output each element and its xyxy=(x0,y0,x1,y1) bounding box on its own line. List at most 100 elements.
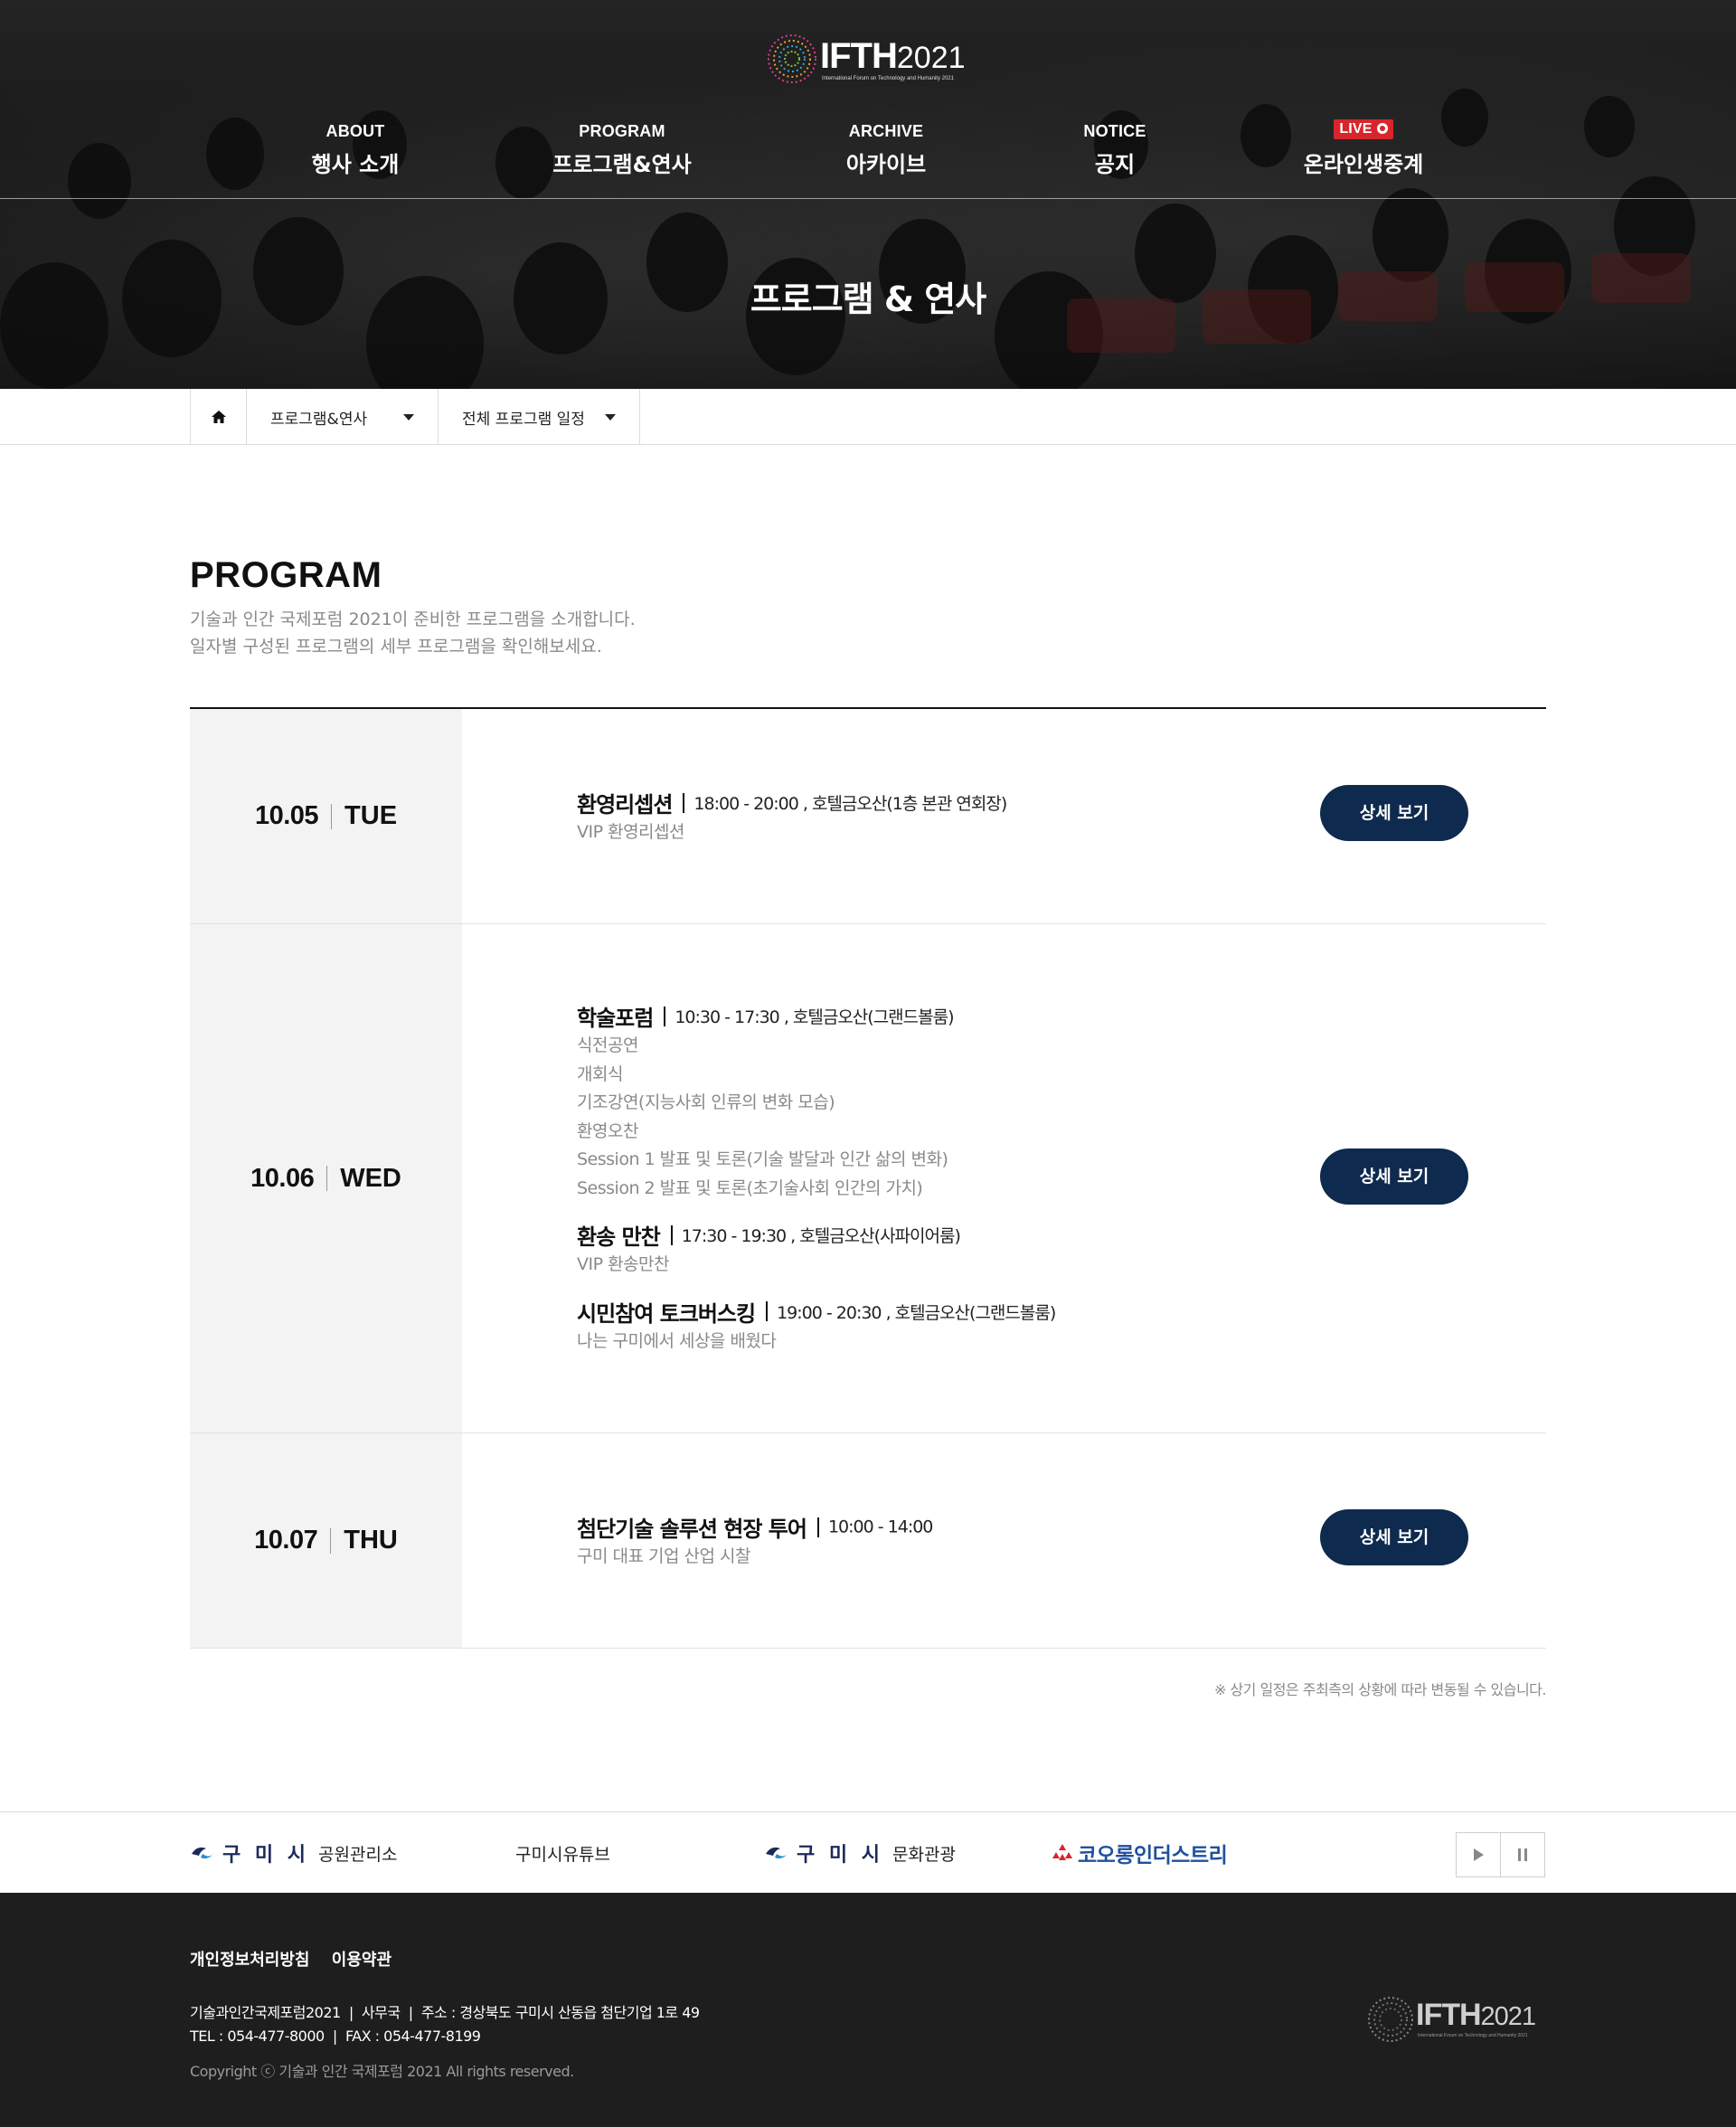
partner-label: 공원관리소 xyxy=(318,1844,398,1865)
breadcrumb-dropdown-page[interactable]: 전체 프로그램 일정 xyxy=(438,389,640,445)
schedule-row-day3: 10.07 THU 첨단기술 솔루션 현장 투어 10:00 - 14:00 구미… xyxy=(190,1433,1546,1649)
detail-button[interactable]: 상세 보기 xyxy=(1320,785,1468,841)
footer-copyright: Copyright ⓒ 기술과 인간 국제포럼 2021 All rights … xyxy=(190,2063,574,2080)
section-title: PROGRAM xyxy=(190,555,382,595)
title-divider xyxy=(683,792,685,813)
nav-item-ko-label: 공지 xyxy=(1094,152,1136,177)
partner-banner: 구 미 시 공원관리소 구미시유튜브 구 미 시 문화관광 코오롱인더스트리 xyxy=(0,1811,1736,1893)
schedule-row-day1: 10.05 TUE 환영리셉션 18:00 - 20:00 , 호텔금오산(1층 … xyxy=(190,709,1546,924)
date-divider xyxy=(326,1166,328,1191)
program-item: 학술포럼 10:30 - 17:30 , 호텔금오산(그랜드볼룸) 식전공연 개회… xyxy=(577,1000,1055,1203)
program-sub-item: VIP 환송만찬 xyxy=(577,1254,670,1274)
date-divider xyxy=(331,803,333,829)
partner-link-culture[interactable]: 구 미 시 문화관광 xyxy=(764,1812,956,1894)
program-item: 환영리셉션 18:00 - 20:00 , 호텔금오산(1층 본관 연회장) VI… xyxy=(577,787,1007,847)
play-icon xyxy=(1474,1848,1484,1861)
program-sub-item: 구미 대표 기업 산업 시찰 xyxy=(577,1546,750,1566)
program-list: 첨단기술 솔루션 현장 투어 10:00 - 14:00 구미 대표 기업 산업 … xyxy=(577,1511,933,1572)
program-time-venue: 10:00 - 14:00 xyxy=(827,1517,933,1537)
partner-logo-text: 구 미 시 xyxy=(797,1844,884,1867)
schedule-row-day2: 10.06 WED 학술포럼 10:30 - 17:30 , 호텔금오산(그랜드볼… xyxy=(190,924,1546,1433)
partner-link-kolon[interactable]: 코오롱인더스트리 xyxy=(1051,1812,1228,1894)
date-weekday: WED xyxy=(340,1163,401,1193)
footer-logo-wordmark: IFTH2021 xyxy=(1416,1998,1536,2032)
program-sub-item: 환영오찬 xyxy=(577,1120,638,1141)
title-divider xyxy=(664,1006,666,1026)
date-cell: 10.05 TUE xyxy=(190,709,462,923)
program-sub-item: VIP 환영리셉션 xyxy=(577,822,685,842)
program-sub-item: 식전공연 xyxy=(577,1035,638,1055)
privacy-policy-link[interactable]: 개인정보처리방침 xyxy=(190,1951,309,1970)
program-sub-item: 나는 구미에서 세상을 배웠다 xyxy=(577,1330,777,1351)
program-sub-item: Session 2 발표 및 토론(초기술사회 인간의 가치) xyxy=(577,1177,923,1198)
nav-item-en-label: ABOUT xyxy=(326,122,385,140)
footer-contact: TEL : 054-477-8000 | FAX : 054-477-8199 xyxy=(190,2028,481,2045)
site-logo[interactable]: IFTH2021 International Forum on Technolo… xyxy=(764,27,972,90)
live-badge-label: LIVE xyxy=(1339,121,1373,137)
footer-info: 기술과인간국제포럼2021 | 사무국 | 주소 : 경상북도 구미시 산동읍 … xyxy=(190,2001,700,2048)
date-number: 10.06 xyxy=(250,1163,315,1193)
nav-item-ko-label: 온라인생중계 xyxy=(1303,152,1424,177)
nav-item-live[interactable]: LIVE 온라인생중계 xyxy=(1264,118,1463,178)
program-time-venue: 19:00 - 20:30 , 호텔금오산(그랜드볼룸) xyxy=(777,1302,1056,1323)
schedule-change-notice: ※ 상기 일정은 주최측의 상황에 따라 변동될 수 있습니다. xyxy=(1213,1681,1547,1698)
kolon-logo-icon xyxy=(1052,1844,1072,1860)
partner-link-youtube[interactable]: 구미시유튜브 xyxy=(515,1812,610,1894)
program-title: 환영리셉션 xyxy=(577,792,673,818)
nav-item-en-label: PROGRAM xyxy=(579,122,665,140)
logo-swirl-icon xyxy=(768,34,816,83)
program-list: 학술포럼 10:30 - 17:30 , 호텔금오산(그랜드볼룸) 식전공연 개회… xyxy=(577,1000,1056,1356)
footer-address: 기술과인간국제포럼2021 | 사무국 | 주소 : 경상북도 구미시 산동읍 … xyxy=(190,2004,700,2021)
program-item-head: 환영리셉션 18:00 - 20:00 , 호텔금오산(1층 본관 연회장) xyxy=(577,787,1007,818)
date-weekday: THU xyxy=(344,1526,398,1555)
breadcrumb-home[interactable] xyxy=(190,389,246,445)
chevron-down-icon xyxy=(403,414,414,421)
slider-pause-button[interactable] xyxy=(1500,1832,1545,1877)
logo-swirl-icon xyxy=(1368,1997,1413,2042)
breadcrumb-label: 프로그램&연사 xyxy=(270,410,368,429)
date-number: 10.07 xyxy=(254,1526,318,1555)
main-navigation: ABOUT 행사 소개 PROGRAM 프로그램&연사 ARCHIVE 아카이브… xyxy=(0,118,1736,184)
program-time-venue: 10:30 - 17:30 , 호텔금오산(그랜드볼룸) xyxy=(675,1007,954,1027)
breadcrumb-dropdown-section[interactable]: 프로그램&연사 xyxy=(246,389,438,445)
hero-banner: IFTH2021 International Forum on Technolo… xyxy=(0,0,1736,389)
nav-item-ko-label: 아카이브 xyxy=(845,152,927,177)
program-title: 학술포럼 xyxy=(577,1006,654,1031)
program-item: 환송 만찬 17:30 - 19:30 , 호텔금오산(사파이어룸) VIP 환송… xyxy=(577,1219,1055,1280)
terms-link[interactable]: 이용약관 xyxy=(332,1951,392,1970)
breadcrumb: 프로그램&연사 전체 프로그램 일정 xyxy=(0,389,1736,445)
pause-icon xyxy=(1518,1848,1527,1861)
nav-item-archive[interactable]: ARCHIVE 아카이브 xyxy=(787,121,986,178)
detail-button[interactable]: 상세 보기 xyxy=(1320,1509,1468,1565)
detail-button[interactable]: 상세 보기 xyxy=(1320,1149,1468,1205)
program-item: 첨단기술 솔루션 현장 투어 10:00 - 14:00 구미 대표 기업 산업 … xyxy=(577,1511,933,1572)
live-badge: LIVE xyxy=(1334,119,1393,139)
program-sub-item: 개회식 xyxy=(577,1064,623,1084)
title-divider xyxy=(766,1301,769,1321)
date-number: 10.05 xyxy=(254,801,319,830)
gumi-logo-icon xyxy=(766,1847,789,1859)
partner-logo-text: 구 미 시 xyxy=(222,1844,310,1867)
program-sub-item: 기조강연(지능사회 인류의 변화 모습) xyxy=(577,1092,835,1112)
chevron-down-icon xyxy=(605,414,616,421)
breadcrumb-label: 전체 프로그램 일정 xyxy=(462,410,585,429)
footer-logo-subtitle: International Forum on Technology and Hu… xyxy=(1418,2033,1528,2038)
program-time-venue: 17:30 - 19:30 , 호텔금오산(사파이어룸) xyxy=(681,1226,961,1246)
partner-label: 구미시유튜브 xyxy=(515,1844,610,1865)
program-sub-item: Session 1 발표 및 토론(기술 발달과 인간 삶의 변화) xyxy=(577,1149,948,1169)
nav-item-program[interactable]: PROGRAM 프로그램&연사 xyxy=(523,121,722,178)
nav-item-en-label: ARCHIVE xyxy=(848,122,924,140)
nav-item-ko-label: 프로그램&연사 xyxy=(552,152,692,177)
program-title: 시민참여 토크버스킹 xyxy=(577,1300,756,1327)
title-divider xyxy=(816,1517,819,1537)
home-icon xyxy=(211,411,226,423)
partner-link-park[interactable]: 구 미 시 공원관리소 xyxy=(190,1812,397,1894)
nav-item-about[interactable]: ABOUT 행사 소개 xyxy=(256,121,455,178)
logo-subtitle: International Forum on Technology and Hu… xyxy=(822,76,954,81)
slider-play-button[interactable] xyxy=(1456,1832,1501,1877)
program-time-venue: 18:00 - 20:00 , 호텔금오산(1층 본관 연회장) xyxy=(693,794,1007,814)
date-cell: 10.06 WED xyxy=(190,924,462,1432)
nav-item-notice[interactable]: NOTICE 공지 xyxy=(1015,121,1214,178)
page-title: 프로그램 & 연사 xyxy=(750,279,986,319)
date-weekday: TUE xyxy=(344,801,398,830)
